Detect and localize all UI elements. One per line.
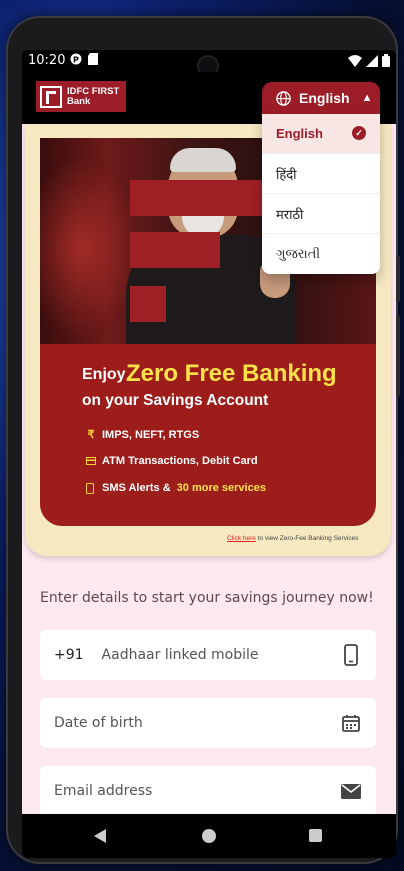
click-here-link[interactable]: Click here: [227, 535, 256, 542]
back-icon[interactable]: [94, 829, 106, 843]
sd-card-icon: [88, 53, 98, 65]
battery-icon: [382, 54, 390, 67]
mail-icon: [340, 780, 362, 802]
offer-subline: on your Savings Account: [82, 392, 269, 409]
system-icons: [348, 54, 390, 67]
calendar-icon: [340, 712, 362, 734]
dob-input[interactable]: Date of birth: [40, 698, 376, 748]
language-button-label: English: [299, 90, 350, 106]
check-icon: ✓: [352, 126, 366, 140]
svg-text:P: P: [73, 56, 79, 65]
feature-item: ATM Transactions, Debit Card: [86, 455, 258, 467]
language-option-label: English: [276, 126, 323, 141]
click-here-suffix: to view Zero-Fee Banking Services: [257, 535, 359, 542]
mobile-input[interactable]: +91 Aadhaar linked mobile: [40, 630, 376, 680]
notification-icons: P: [70, 53, 98, 65]
zero-fee-info-line: Click here to view Zero-Fee Banking Serv…: [227, 535, 359, 542]
smartphone-icon: [340, 644, 362, 666]
offer-enjoy-text: Enjoy: [82, 366, 126, 383]
offer-panel: Enjoy Zero Free Banking on your Savings …: [40, 344, 376, 526]
language-option-label: ગુજરાતી: [276, 246, 321, 262]
wifi-icon: [348, 54, 362, 67]
form-prompt: Enter details to start your savings jour…: [40, 590, 374, 606]
status-time: 10:20: [28, 53, 66, 68]
feature-text: IMPS, NEFT, RTGS: [102, 428, 200, 441]
logo-mark-icon: [40, 85, 62, 108]
offer-headline: Zero Free Banking: [126, 360, 337, 387]
home-icon[interactable]: [202, 829, 216, 843]
language-option-gujarati[interactable]: ગુજરાતી: [262, 234, 380, 274]
mobile-placeholder: Aadhaar linked mobile: [101, 647, 259, 663]
power-button: [396, 316, 400, 396]
feature-text: ATM Transactions, Debit Card: [102, 455, 258, 467]
idfc-logo[interactable]: IDFC FIRST Bank: [36, 81, 126, 112]
globe-icon: [276, 90, 291, 106]
logo-text: IDFC FIRST Bank: [67, 85, 120, 107]
country-code: +91: [54, 647, 84, 663]
logo-line-2: Bank: [67, 95, 91, 107]
chevron-up-icon: ▲: [361, 92, 373, 104]
language-option-label: मराठी: [276, 207, 304, 223]
rupee-icon: ₹: [87, 429, 95, 441]
language-option-english[interactable]: English ✓: [262, 114, 380, 154]
language-dropdown: English ✓ हिंदी मराठी ગુજરાતી: [262, 114, 380, 274]
logo-line-1: IDFC FIRST: [67, 85, 120, 97]
feature-item: SMS Alerts & 30 more services: [86, 482, 266, 494]
system-nav-bar: [22, 814, 396, 858]
phone-frame: 10:20 P IDFC FIRST Bank English ▲ Enjoy …: [6, 16, 400, 864]
dob-placeholder: Date of birth: [54, 715, 143, 731]
feature-item: ₹ IMPS, NEFT, RTGS: [86, 428, 200, 442]
email-input[interactable]: Email address: [40, 766, 376, 816]
feature-text: SMS Alerts &: [102, 482, 171, 494]
recent-apps-icon[interactable]: [309, 829, 322, 842]
language-option-label: हिंदी: [276, 167, 297, 183]
language-option-marathi[interactable]: मराठी: [262, 194, 380, 234]
phone-icon: [86, 482, 94, 494]
language-selector-button[interactable]: English ▲: [262, 82, 380, 114]
more-services-text: 30 more services: [176, 482, 266, 494]
email-placeholder: Email address: [54, 783, 153, 799]
language-option-hindi[interactable]: हिंदी: [262, 154, 380, 194]
card-icon: [86, 457, 96, 465]
volume-button: [396, 256, 400, 302]
app-notification-icon: P: [70, 53, 82, 65]
signal-icon: [366, 54, 378, 67]
screen: 10:20 P IDFC FIRST Bank English ▲ Enjoy …: [22, 50, 396, 858]
